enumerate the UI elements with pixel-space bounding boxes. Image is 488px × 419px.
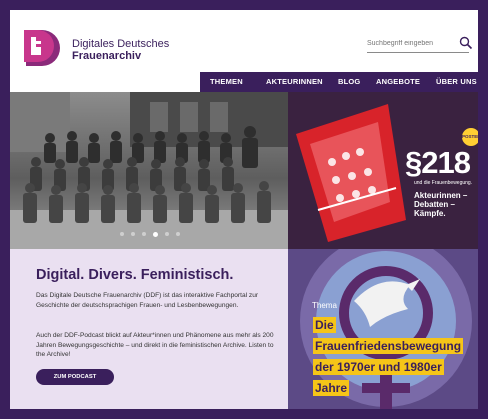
- poster-subtitle: und die Frauenbewegung.: [414, 180, 473, 186]
- site-header: Digitales Deutsches Frauenarchiv: [10, 10, 478, 72]
- search-icon[interactable]: [459, 36, 473, 50]
- poster-headline: Akteurinnen – Debatten – Kämpfe.: [414, 191, 468, 218]
- nav-themen[interactable]: THEMEN: [210, 77, 243, 86]
- theme-title-line-4[interactable]: Jahre: [313, 380, 350, 396]
- carousel-dot[interactable]: [176, 232, 180, 236]
- intro-paragraph-2: Auch der DDF-Podcast blickt auf Akteur*i…: [36, 332, 274, 358]
- site-title-line1: Digitales Deutsches: [72, 38, 170, 50]
- intro-section: Digital. Divers. Feministisch. Das Digit…: [10, 249, 288, 409]
- nav-blog[interactable]: BLOG: [338, 77, 360, 86]
- search-input[interactable]: [367, 36, 457, 50]
- main-nav: THEMEN AKTEURINNEN BLOG ANGEBOTE ÜBER UN…: [200, 72, 478, 92]
- class-photo-image: [10, 92, 288, 249]
- theme-title-line-1[interactable]: Die: [313, 317, 336, 333]
- carousel-dots: [120, 231, 180, 237]
- intro-paragraph-1: Das Digitale Deutsche Frauenarchiv (DDF)…: [36, 292, 259, 309]
- intro-heading: Digital. Divers. Feministisch.: [36, 267, 234, 283]
- nav-ueber-uns[interactable]: ÜBER UNS: [436, 77, 477, 86]
- theme-title-line-3[interactable]: der 1970er und 1980er: [313, 359, 444, 375]
- poster-paragraph-title: §218: [405, 145, 471, 180]
- ddf-logo[interactable]: [22, 28, 62, 68]
- site-title[interactable]: Digitales Deutsches Frauenarchiv: [72, 38, 169, 62]
- poster-badge: POSTERS: [462, 128, 478, 146]
- podcast-button[interactable]: ZUM PODCAST: [36, 369, 114, 385]
- site-title-line2: Frauenarchiv: [72, 50, 142, 62]
- carousel-dot[interactable]: [131, 232, 135, 236]
- carousel-dot[interactable]: [165, 232, 169, 236]
- theme-title-line-2[interactable]: Frauenfriedensbewegung: [313, 338, 464, 354]
- browser-page: Digitales Deutsches Frauenarchiv THEMEN …: [10, 10, 478, 409]
- carousel-dot[interactable]: [120, 232, 124, 236]
- nav-akteurinnen[interactable]: AKTEURINNEN: [266, 77, 323, 86]
- carousel-dot-active[interactable]: [153, 231, 158, 237]
- hero-slide-photo[interactable]: [10, 92, 288, 249]
- carousel-dot[interactable]: [142, 232, 146, 236]
- search-box: [367, 36, 473, 53]
- theme-label: Thema: [312, 301, 337, 310]
- nav-angebote[interactable]: ANGEBOTE: [376, 77, 420, 86]
